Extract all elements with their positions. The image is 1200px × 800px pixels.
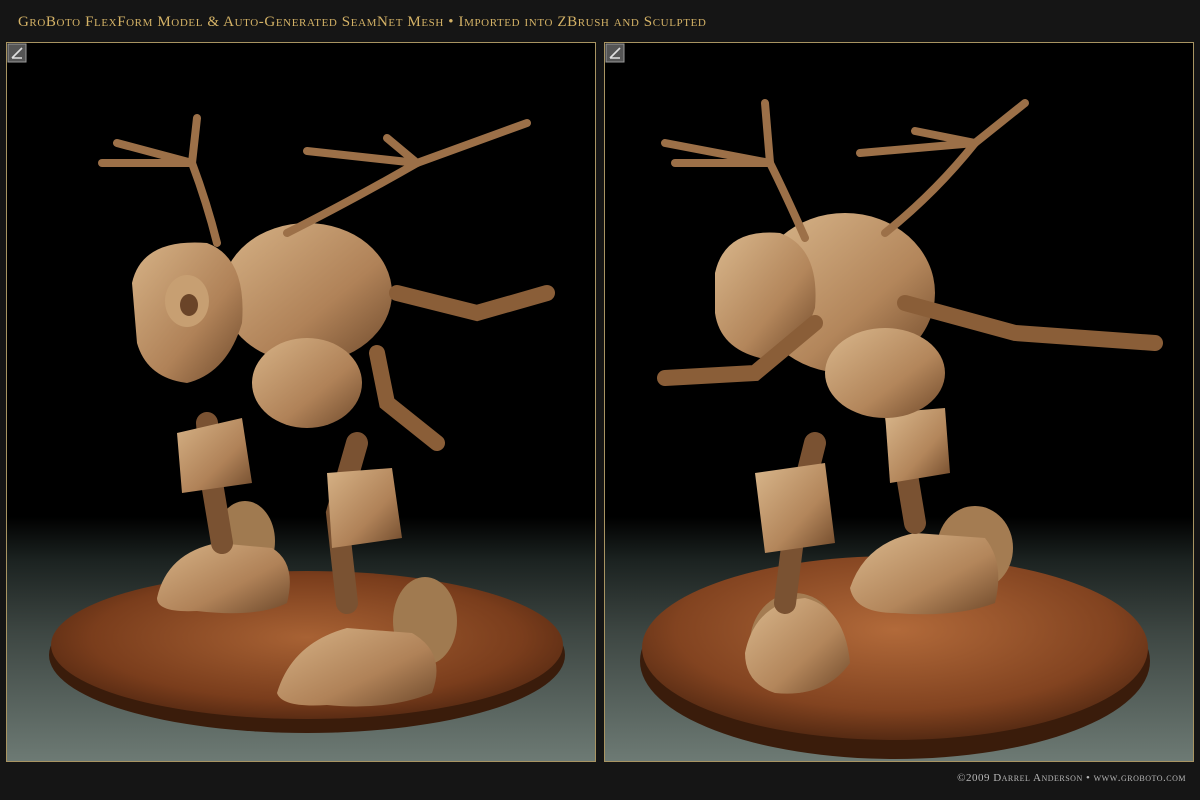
render-panel-right <box>604 42 1194 762</box>
render-panel-left <box>6 42 596 762</box>
zbrush-logo-icon <box>605 43 625 63</box>
head <box>132 242 243 383</box>
page-title: GroBoto FlexForm Model & Auto-Generated … <box>18 14 707 30</box>
torso <box>222 223 392 428</box>
zbrush-logo-icon <box>7 43 27 63</box>
sculpt-render-right <box>640 99 1163 759</box>
arm <box>369 285 555 451</box>
copyright-credit: ©2009 Darrel Anderson • www.groboto.com <box>957 772 1186 784</box>
right-foot <box>850 506 1013 615</box>
sculpt-render-left <box>49 114 565 733</box>
